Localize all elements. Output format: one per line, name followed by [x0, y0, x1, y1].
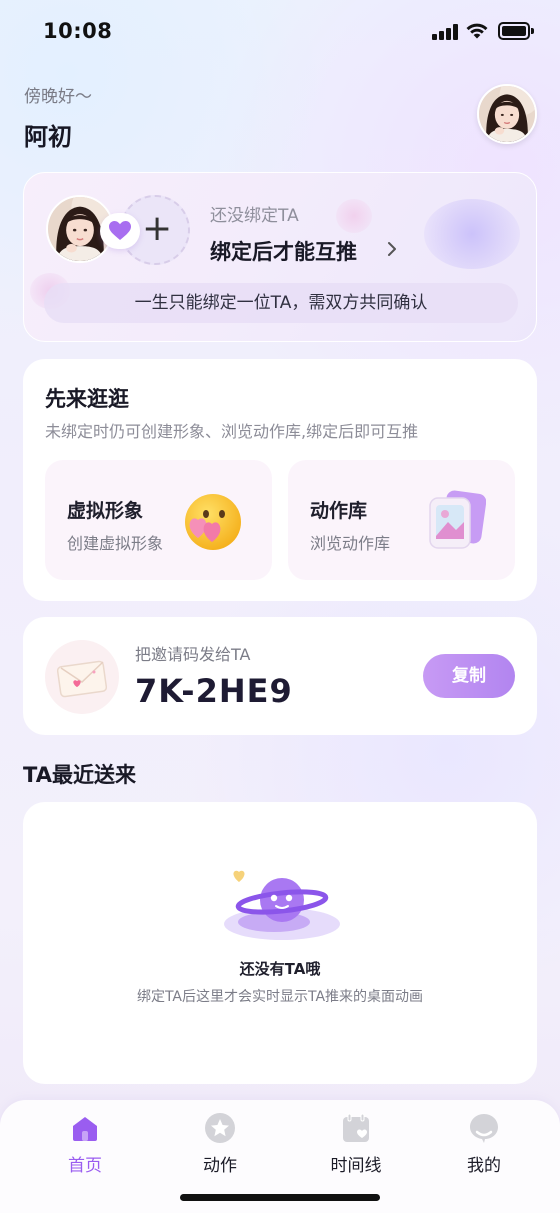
- tab-bar: 首页 动作 时间线 我的: [0, 1100, 560, 1213]
- tab-label: 首页: [68, 1156, 102, 1176]
- tab-actions[interactable]: 动作: [175, 1112, 265, 1176]
- tile-title: 动作库: [310, 500, 368, 522]
- tab-timeline[interactable]: 时间线: [311, 1112, 401, 1176]
- tab-label: 我的: [467, 1156, 501, 1176]
- planet-chat-icon: [224, 870, 340, 940]
- bind-title[interactable]: 绑定后才能互推: [210, 236, 357, 266]
- tab-label: 时间线: [330, 1156, 382, 1176]
- calendar-heart-icon: [343, 1113, 369, 1142]
- profile-chat-icon: [470, 1114, 498, 1143]
- home-indicator: [180, 1194, 380, 1201]
- explore-card: 先来逛逛 未绑定时仍可创建形象、浏览动作库,绑定后即可互推 虚拟形象 创建虚拟形…: [23, 359, 537, 601]
- username: 阿初: [24, 123, 72, 151]
- decor-heart-blur: [336, 199, 372, 233]
- status-bar: 10:08: [0, 0, 560, 64]
- bind-partner-card[interactable]: + 还没绑定TA 绑定后才能互推 一生只能绑定一位TA，需双方共同确认: [23, 172, 537, 342]
- decor-bubble: [424, 199, 520, 269]
- star-icon: [205, 1113, 235, 1143]
- emoji-icon: [185, 494, 241, 550]
- tab-profile[interactable]: 我的: [439, 1112, 529, 1176]
- recent-section-title: TA最近送来: [23, 763, 136, 787]
- explore-title: 先来逛逛: [45, 387, 129, 411]
- tile-title: 虚拟形象: [67, 500, 144, 522]
- bind-note-text: 一生只能绑定一位TA，需双方共同确认: [134, 293, 428, 313]
- heart-icon: [109, 221, 131, 240]
- tab-home[interactable]: 首页: [40, 1112, 130, 1176]
- tile-subtitle: 创建虚拟形象: [67, 534, 164, 553]
- envelope-icon: [57, 660, 107, 698]
- explore-description: 未绑定时仍可创建形象、浏览动作库,绑定后即可互推: [45, 422, 419, 441]
- invite-code: 7K-2HE9: [135, 672, 293, 710]
- wifi-icon: [466, 23, 488, 39]
- status-time: 10:08: [43, 19, 113, 43]
- user-avatar[interactable]: [477, 84, 537, 144]
- invite-code-card: 把邀请码发给TA 7K-2HE9 复制: [23, 617, 537, 735]
- invite-label: 把邀请码发给TA: [135, 645, 251, 664]
- bind-status-text: 还没绑定TA: [210, 206, 299, 226]
- tile-subtitle: 浏览动作库: [310, 534, 391, 553]
- battery-icon: [498, 22, 534, 40]
- motion-library-tile[interactable]: 动作库 浏览动作库: [288, 460, 515, 580]
- chevron-right-icon: [388, 242, 396, 256]
- recent-card: 还没有TA哦 绑定TA后这里才会实时显示TA推来的桌面动画: [23, 802, 537, 1084]
- greeting-text: 傍晚好～: [24, 87, 92, 107]
- empty-state-title: 还没有TA哦: [239, 960, 321, 978]
- copy-button[interactable]: 复制: [423, 654, 515, 698]
- empty-state-description: 绑定TA后这里才会实时显示TA推来的桌面动画: [136, 989, 424, 1005]
- heart-badge: [100, 213, 140, 249]
- tab-label: 动作: [203, 1156, 237, 1176]
- envelope-badge: [45, 640, 119, 714]
- home-icon: [73, 1117, 97, 1141]
- avatar-tile[interactable]: 虚拟形象 创建虚拟形象: [45, 460, 272, 580]
- gallery-icon: [429, 490, 486, 549]
- cellular-signal-icon: [432, 24, 458, 40]
- plus-icon: +: [142, 208, 173, 249]
- bind-note-pill: 一生只能绑定一位TA，需双方共同确认: [44, 283, 518, 323]
